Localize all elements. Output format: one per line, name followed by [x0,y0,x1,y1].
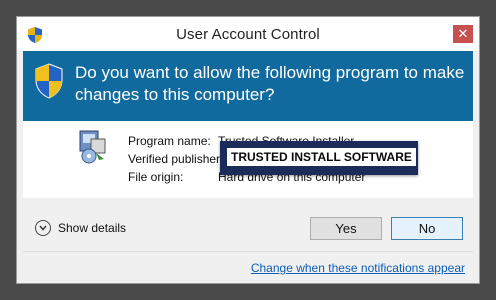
window-title: User Account Control [176,26,320,43]
uac-dialog: User Account Control ✕ Do you want to al… [16,16,480,284]
program-name-label: Program name: [128,134,211,148]
publisher-label: Verified publisher: [128,152,224,166]
program-details: Program name:Trusted Software Installer … [23,121,473,198]
notification-settings-link[interactable]: Change when these notifications appear [251,261,465,275]
divider [23,251,473,252]
close-icon: ✕ [457,26,469,41]
installer-icon [79,130,106,164]
close-button[interactable]: ✕ [453,25,473,43]
show-details-label: Show details [58,221,127,235]
uac-shield-icon [35,63,63,99]
prompt-question: Do you want to allow the following progr… [75,63,465,104]
no-button[interactable]: No [391,217,463,240]
chevron-down-icon [35,220,51,236]
prompt-header: Do you want to allow the following progr… [23,51,473,121]
title-bar: User Account Control ✕ [17,17,479,51]
publisher-value: TRUSTED INSTALL SOFTWARE [227,148,416,166]
dialog-footer: Show details Yes No Change when these no… [17,198,479,283]
origin-label: File origin: [128,170,184,184]
show-details-toggle[interactable]: Show details [35,220,126,236]
yes-button[interactable]: Yes [310,217,382,240]
publisher-overlay: TRUSTED INSTALL SOFTWARE [220,141,418,175]
